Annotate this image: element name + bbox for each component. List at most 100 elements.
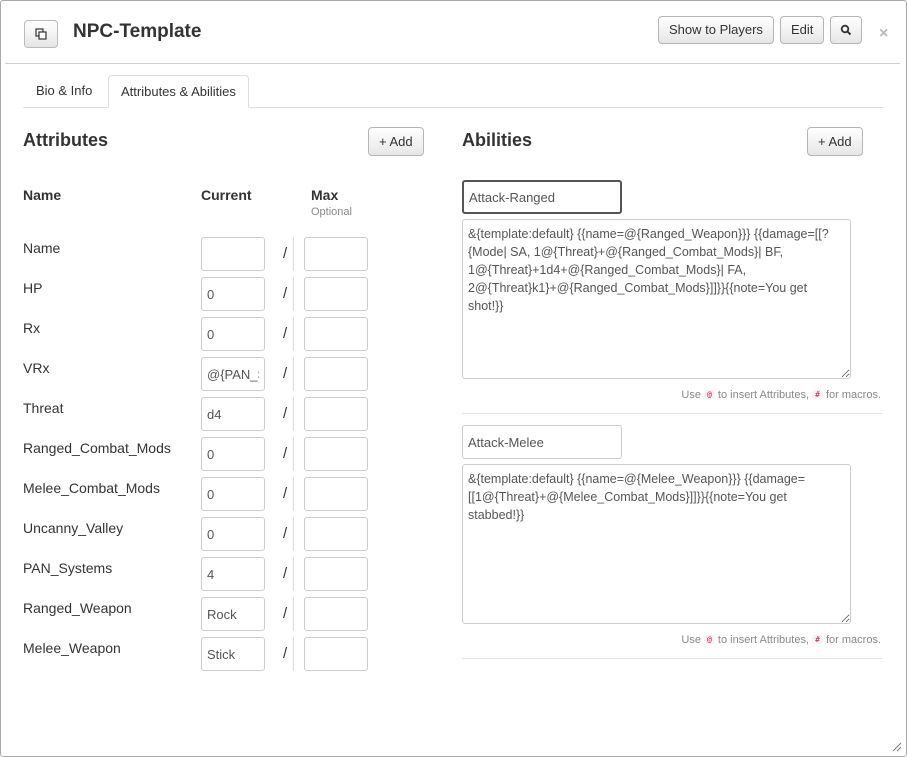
attribute-name: PAN_Systems	[23, 560, 113, 576]
attribute-max-input[interactable]	[304, 437, 368, 471]
attribute-current-input[interactable]	[201, 397, 265, 431]
ability-macro-textarea[interactable]: &{template:default} {{name=@{Melee_Weapo…	[462, 464, 851, 624]
attribute-max-input[interactable]	[304, 597, 368, 631]
add-attribute-button[interactable]: + Add	[368, 127, 424, 156]
attribute-name: Ranged_Weapon	[23, 600, 132, 616]
attributes-title: Attributes	[23, 130, 108, 150]
attribute-name: Melee_Weapon	[23, 640, 121, 656]
attribute-max-input[interactable]	[304, 237, 368, 271]
attribute-row: VRx /	[1, 357, 441, 391]
ability-name-input[interactable]	[462, 425, 622, 459]
macro-symbol: #	[812, 635, 823, 644]
hint-middle: to insert Attributes,	[717, 389, 810, 401]
ability-hint: Use @ to insert Attributes, # for macros…	[681, 389, 881, 401]
value-separator: /	[283, 245, 288, 262]
ability-divider	[462, 658, 883, 659]
close-icon[interactable]: ×	[879, 25, 888, 43]
value-separator: /	[283, 565, 288, 582]
value-separator: /	[283, 485, 288, 502]
hint-middle: to insert Attributes,	[717, 634, 810, 646]
column-header-name: Name	[23, 187, 62, 203]
attribute-name: HP	[23, 280, 43, 296]
attribute-max-input[interactable]	[304, 637, 368, 671]
attribute-max-input[interactable]	[304, 517, 368, 551]
popout-icon	[35, 28, 47, 40]
attribute-name: Threat	[23, 400, 64, 416]
value-separator: /	[283, 645, 288, 662]
attribute-max-input[interactable]	[304, 277, 368, 311]
attribute-current-input[interactable]	[201, 557, 265, 591]
attribute-row: Ranged_Combat_Mods /	[1, 437, 441, 471]
hint-suffix: for macros.	[825, 389, 881, 401]
attribute-row: Uncanny_Valley /	[1, 517, 441, 551]
attribute-row: HP /	[1, 277, 441, 311]
column-divider	[293, 477, 294, 511]
tab-bio-info[interactable]: Bio & Info	[24, 75, 104, 108]
attribute-symbol: @	[704, 390, 715, 399]
character-sheet-dialog: NPC-Template Show to Players Edit × Bio …	[0, 0, 907, 757]
value-separator: /	[283, 525, 288, 542]
sheet-title: NPC-Template	[73, 21, 202, 42]
attribute-current-input[interactable]	[201, 237, 265, 271]
macro-symbol: #	[812, 390, 823, 399]
attribute-row: PAN_Systems /	[1, 557, 441, 591]
column-divider	[293, 557, 294, 591]
value-separator: /	[283, 285, 288, 302]
column-divider	[293, 597, 294, 631]
value-separator: /	[283, 445, 288, 462]
resize-grip-icon[interactable]	[892, 742, 902, 752]
ability-name-input[interactable]	[462, 180, 622, 214]
attribute-row: Name /	[1, 237, 441, 271]
ability-divider	[462, 413, 883, 414]
column-divider	[293, 397, 294, 431]
attribute-current-input[interactable]	[201, 277, 265, 311]
ability-hint: Use @ to insert Attributes, # for macros…	[681, 634, 881, 646]
attribute-current-input[interactable]	[201, 597, 265, 631]
value-separator: /	[283, 605, 288, 622]
show-to-players-button[interactable]: Show to Players	[658, 16, 774, 44]
attribute-current-input[interactable]	[201, 517, 265, 551]
tab-attributes-abilities[interactable]: Attributes & Abilities	[108, 75, 249, 108]
column-divider	[293, 317, 294, 351]
edit-button[interactable]: Edit	[780, 16, 825, 44]
column-header-max: Max	[311, 187, 339, 203]
attribute-name: Melee_Combat_Mods	[23, 480, 160, 496]
attribute-current-input[interactable]	[201, 357, 265, 391]
attribute-row: Melee_Weapon /	[1, 637, 441, 671]
attribute-symbol: @	[704, 635, 715, 644]
attribute-max-input[interactable]	[304, 357, 368, 391]
attribute-current-input[interactable]	[201, 477, 265, 511]
column-divider	[293, 437, 294, 471]
attribute-row: Rx /	[1, 317, 441, 351]
column-header-current: Current	[201, 187, 252, 203]
value-separator: /	[283, 405, 288, 422]
attribute-current-input[interactable]	[201, 437, 265, 471]
abilities-title: Abilities	[462, 130, 533, 150]
attribute-max-input[interactable]	[304, 477, 368, 511]
column-divider	[293, 277, 294, 311]
hint-prefix: Use	[681, 389, 701, 401]
attribute-max-input[interactable]	[304, 317, 368, 351]
attribute-name: Uncanny_Valley	[23, 520, 124, 536]
attribute-name: Rx	[23, 320, 41, 336]
attribute-current-input[interactable]	[201, 637, 265, 671]
search-button[interactable]	[830, 16, 862, 44]
hint-suffix: for macros.	[825, 634, 881, 646]
attribute-row: Ranged_Weapon /	[1, 597, 441, 631]
attribute-max-input[interactable]	[304, 397, 368, 431]
attribute-row: Threat /	[1, 397, 441, 431]
attribute-name: Name	[23, 240, 61, 256]
column-divider	[293, 517, 294, 551]
column-divider	[293, 237, 294, 271]
add-ability-button[interactable]: + Add	[807, 127, 863, 156]
search-icon	[840, 24, 852, 36]
attribute-name: Ranged_Combat_Mods	[23, 440, 171, 456]
max-optional-note: Optional	[311, 206, 352, 218]
popout-button[interactable]	[24, 20, 58, 48]
column-divider	[293, 357, 294, 391]
value-separator: /	[283, 325, 288, 342]
attribute-current-input[interactable]	[201, 317, 265, 351]
attribute-max-input[interactable]	[304, 557, 368, 591]
header-divider	[5, 63, 900, 64]
ability-macro-textarea[interactable]: &{template:default} {{name=@{Ranged_Weap…	[462, 219, 851, 379]
